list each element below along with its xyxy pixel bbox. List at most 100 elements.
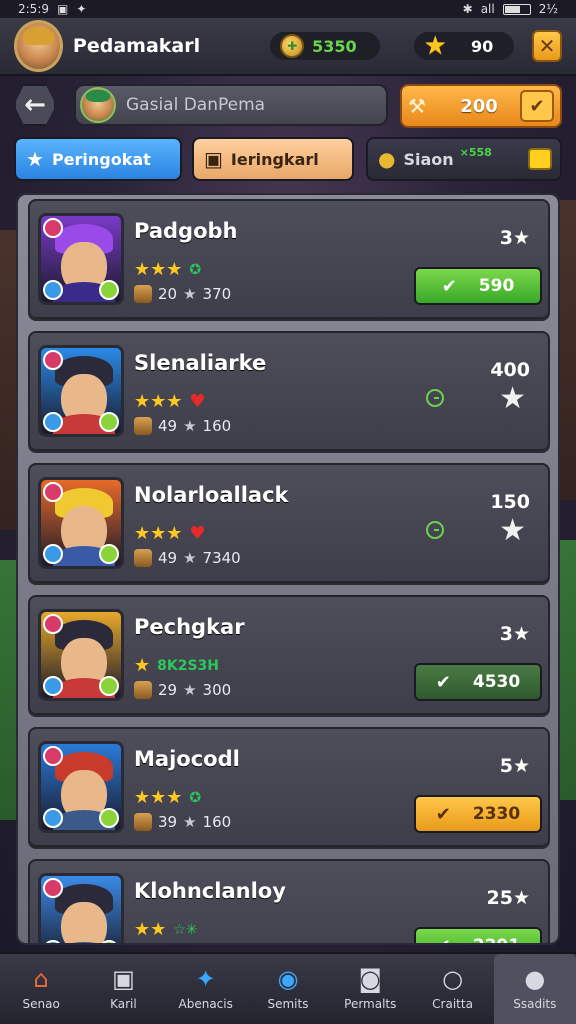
nav-shield[interactable]: ◉ Semits — [247, 954, 329, 1024]
hero-name: Majocodl — [134, 747, 240, 771]
nav-profile[interactable]: ● Ssadits — [493, 954, 576, 1024]
bluetooth-icon: ✱ — [462, 2, 473, 16]
hero-card[interactable]: Klohnclanloy ★★ ☆✳ 29 ★ 390 25★ ✔ 2291 — [28, 859, 550, 943]
role-icon — [99, 280, 119, 300]
nav-label: Craitta — [432, 997, 473, 1011]
hero-list[interactable]: Padgobh ★★★ ✪ 20 ★ 370 3★ ✔ 590 Slenalia… — [16, 193, 560, 945]
hero-rank: 3★ — [499, 227, 530, 249]
hero-name: Klohnclanloy — [134, 879, 286, 903]
hero-card[interactable]: Slenaliarke ★★★ ♥ 49 ★ 160 400 ★ — [28, 331, 550, 451]
hero-stat-1: 39 — [158, 813, 178, 831]
star-rating: ★★★ — [134, 391, 183, 412]
hero-stat-1: 49 — [158, 549, 178, 567]
hero-extra: ✪ — [189, 789, 202, 806]
hero-stars: ★★★ ♥ — [134, 391, 206, 412]
notification-icon: ▣ — [57, 2, 69, 16]
nav-label: Karil — [110, 997, 137, 1011]
star-icon: ★ — [183, 681, 197, 699]
hero-stats: 49 ★ 7340 — [134, 549, 241, 567]
star-icon: ★ — [423, 31, 447, 61]
gold-counter[interactable]: 5350 — [270, 32, 380, 60]
bottom-nav: ⌂ Senao ▣ Karil ✦ Abenacis ◉ Semits ◙ Pe… — [0, 952, 576, 1024]
gift-icon[interactable] — [528, 148, 552, 170]
nav-chest[interactable]: ▣ Karil — [82, 954, 164, 1024]
hero-rank: 5★ — [499, 755, 530, 777]
chest-icon — [134, 285, 152, 303]
nav-search[interactable]: ○ Craitta — [411, 954, 493, 1024]
hero-name: Pechgkar — [134, 615, 245, 639]
element-icon — [43, 218, 63, 238]
nav-label: Permalts — [344, 997, 397, 1011]
star-rating: ★★ — [134, 919, 167, 940]
tab-ranking[interactable]: ★ Peringokat — [14, 137, 182, 181]
battery-icon — [502, 3, 531, 15]
back-button[interactable]: ← — [14, 84, 56, 126]
hero-extra: ✪ — [189, 261, 202, 278]
reward-box[interactable]: ⚒ 200 ✔ — [400, 84, 562, 128]
class-icon — [43, 280, 63, 300]
nav-map[interactable]: ✦ Abenacis — [165, 954, 247, 1024]
favorite-star-icon[interactable]: ★ — [499, 513, 526, 548]
star-icon: ★ — [183, 285, 197, 303]
hero-stars: ★★★ ✪ — [134, 787, 201, 808]
tab-chest[interactable]: ▣ Ieringkarl — [192, 137, 354, 181]
hero-portrait — [38, 477, 124, 569]
hero-portrait — [38, 345, 124, 437]
hero-name: Padgobh — [134, 219, 238, 243]
reward-value: 200 — [460, 95, 498, 117]
hero-card[interactable]: Majocodl ★★★ ✪ 39 ★ 160 5★ ✔ 2330 — [28, 727, 550, 847]
hero-stats: 20 ★ 370 — [134, 285, 231, 303]
tab-label: Ieringkarl — [230, 149, 319, 169]
element-icon — [43, 350, 63, 370]
check-icon: ✔ — [435, 671, 451, 693]
hero-extra: ☆✳ — [173, 921, 198, 938]
hero-rank: 400 — [490, 359, 530, 381]
class-icon — [43, 940, 63, 943]
tab-bar: ★ Peringokat ▣ Ieringkarl ● Siaon ×558 — [0, 137, 576, 185]
star-rating: ★★★ — [134, 787, 183, 808]
nav-label: Semits — [267, 997, 309, 1011]
hero-action-value: 4530 — [472, 672, 521, 692]
tab-season[interactable]: ● Siaon ×558 — [366, 137, 562, 181]
hero-action-button[interactable]: ✔ 4530 — [414, 663, 542, 701]
star-icon: ★ — [183, 813, 197, 831]
hero-stat-1: 20 — [158, 285, 178, 303]
reward-check-button[interactable]: ✔ — [520, 90, 554, 122]
bird-icon: ✦ — [76, 2, 87, 16]
nav-camera[interactable]: ◙ Permalts — [329, 954, 411, 1024]
check-icon: ✔ — [529, 95, 545, 117]
battery-level: 2½ — [538, 2, 558, 16]
hero-portrait — [38, 213, 124, 305]
favorite-star-icon[interactable]: ★ — [499, 381, 526, 416]
arrow-left-icon: ← — [24, 90, 46, 120]
star-value: 90 — [470, 36, 494, 56]
hero-stat-1: 29 — [158, 681, 178, 699]
hero-stats: 29 ★ 300 — [134, 681, 231, 699]
close-button[interactable]: ✕ — [531, 30, 562, 62]
hero-rank: 3★ — [499, 623, 530, 645]
search-bar[interactable] — [74, 84, 388, 126]
player-avatar[interactable] — [14, 20, 63, 72]
status-time: 2:5:9 — [18, 2, 49, 16]
star-icon: ★ — [183, 417, 197, 435]
shield-icon: ◉ — [277, 965, 299, 993]
close-icon: ✕ — [538, 34, 556, 58]
search-input[interactable] — [126, 95, 366, 115]
hero-action-button[interactable]: ✔ 590 — [414, 267, 542, 305]
hero-action-button[interactable]: ✔ 2330 — [414, 795, 542, 833]
class-icon — [43, 544, 63, 564]
hero-name: Slenaliarke — [134, 351, 267, 375]
hero-name: Nolarloallack — [134, 483, 289, 507]
hero-card[interactable]: Pechgkar ★ 8K2S3H 29 ★ 300 3★ ✔ 4530 — [28, 595, 550, 715]
hero-action-value: 2291 — [473, 936, 520, 943]
home-icon: ⌂ — [33, 965, 49, 993]
hero-extra: ♥ — [189, 391, 206, 412]
hero-card[interactable]: Nolarloallack ★★★ ♥ 49 ★ 7340 150 ★ — [28, 463, 550, 583]
hero-portrait — [38, 873, 124, 943]
hero-portrait — [38, 741, 124, 833]
hero-card[interactable]: Padgobh ★★★ ✪ 20 ★ 370 3★ ✔ 590 — [28, 199, 550, 319]
hero-action-value: 2330 — [472, 804, 521, 824]
star-counter[interactable]: ★ 90 — [413, 31, 514, 61]
hero-action-button[interactable]: ✔ 2291 — [414, 927, 542, 943]
nav-home[interactable]: ⌂ Senao — [0, 954, 82, 1024]
